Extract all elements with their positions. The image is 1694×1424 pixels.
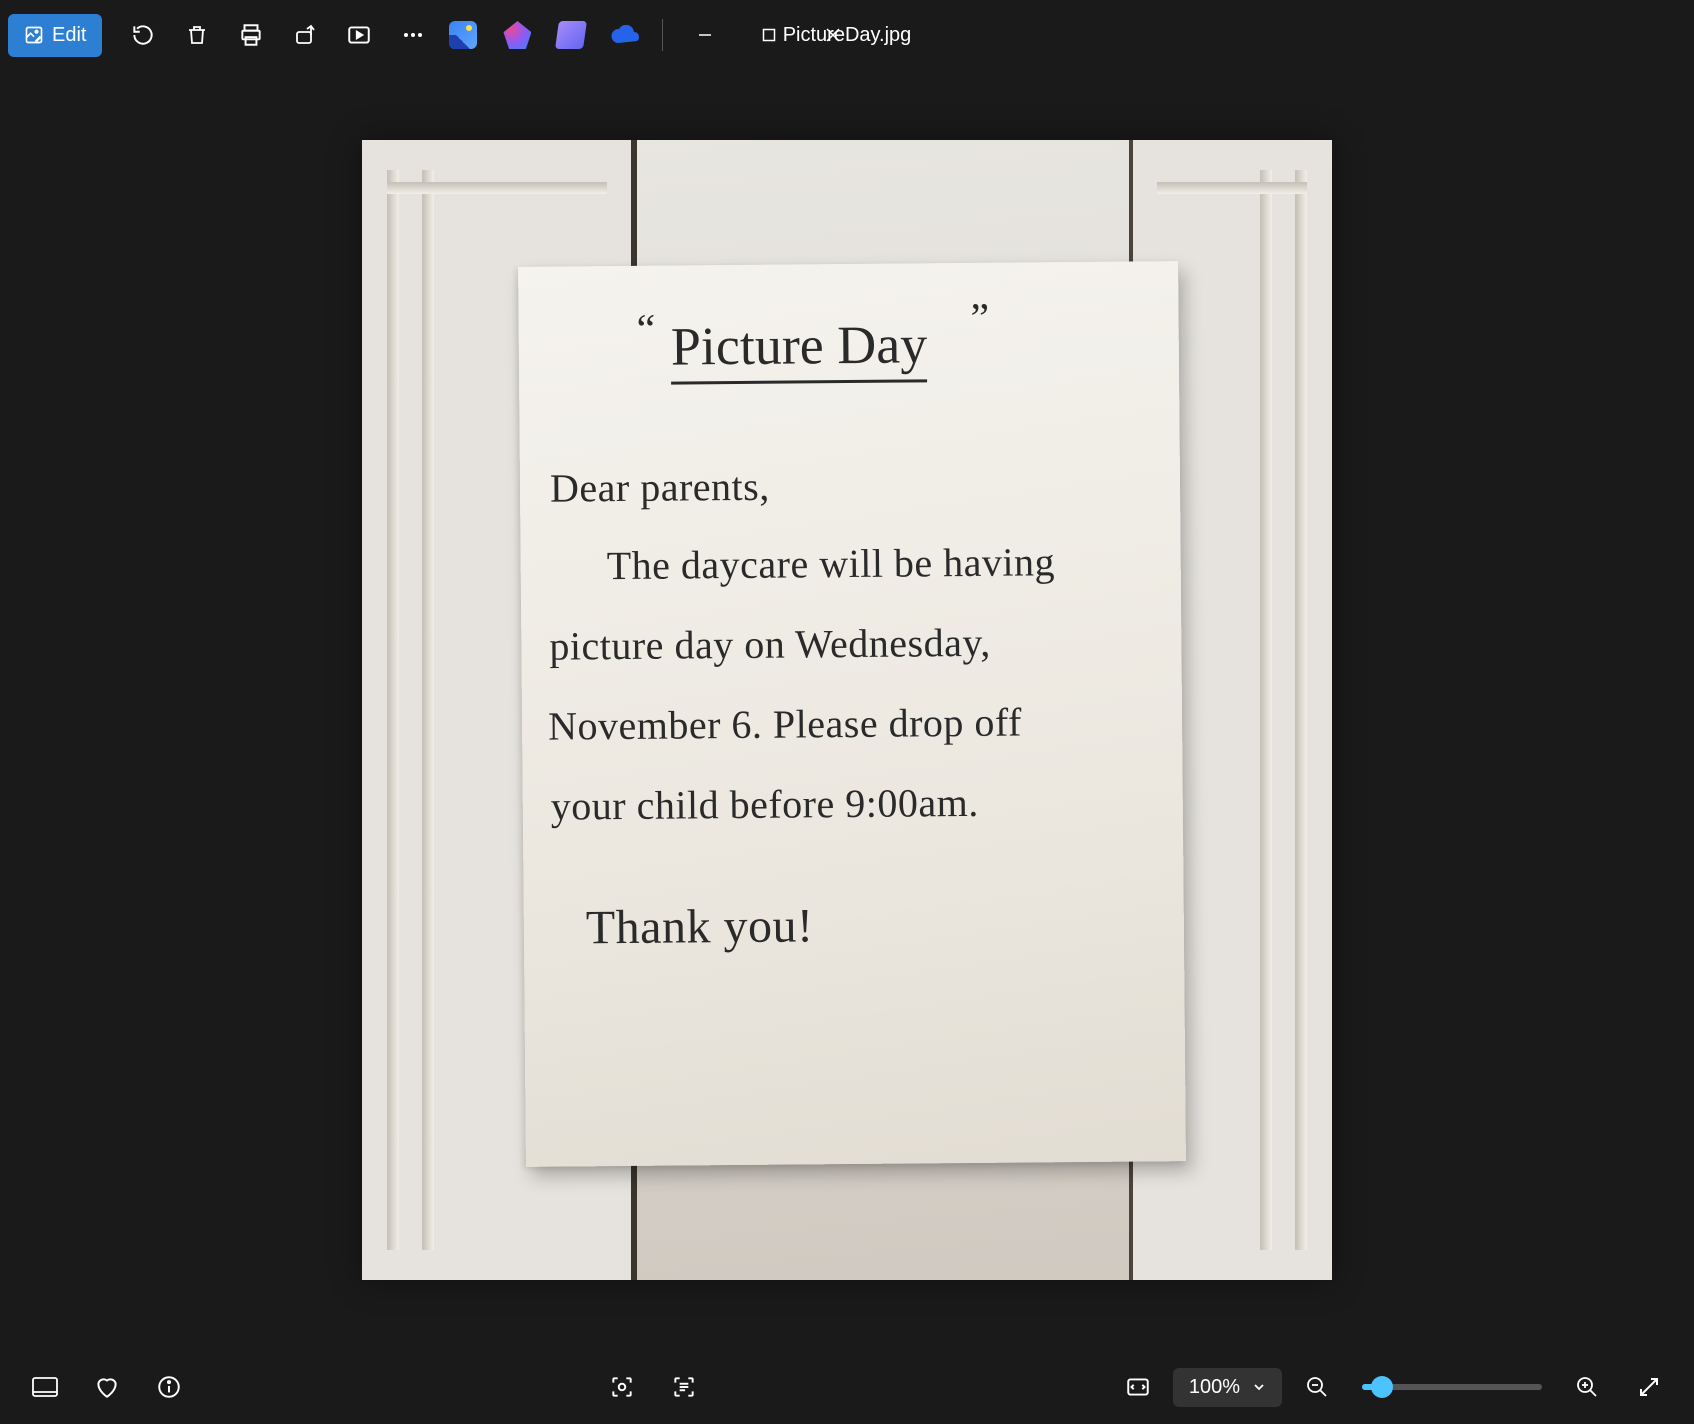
print-icon (238, 22, 264, 48)
edit-label: Edit (52, 24, 86, 47)
edit-icon (24, 25, 44, 45)
ellipsis-icon (401, 23, 425, 47)
separator (662, 19, 663, 51)
slideshow-icon (346, 22, 372, 48)
image-canvas[interactable]: “ Picture Day ” Dear parents, The daycar… (0, 70, 1694, 1350)
filmstrip-button[interactable] (18, 1360, 72, 1414)
note-title: Picture Day (671, 313, 928, 384)
maximize-icon (762, 28, 776, 42)
share-icon (293, 23, 317, 47)
photos-icon (449, 21, 477, 49)
note-line2: The daycare will be having (607, 540, 1056, 588)
window-title: PictureDay.jpg (783, 24, 912, 47)
zoom-label: 100% (1189, 1376, 1240, 1399)
title-bar: Edit PictureDay.jpg (0, 0, 1694, 70)
more-button[interactable] (388, 10, 438, 60)
slideshow-button[interactable] (334, 10, 384, 60)
zoom-out-icon (1305, 1375, 1329, 1399)
onedrive-icon-button[interactable] (600, 10, 650, 60)
minimize-button[interactable] (675, 10, 735, 60)
designer-icon-button[interactable] (492, 10, 542, 60)
fullscreen-icon (1637, 1375, 1661, 1399)
status-bar: 100% (0, 1350, 1694, 1424)
trash-icon (185, 23, 209, 47)
note-quote-right: ” (970, 295, 989, 343)
text-scan-icon (671, 1374, 697, 1400)
note-line4: November 6. Please drop off (548, 701, 1022, 749)
zoom-out-button[interactable] (1290, 1360, 1344, 1414)
info-icon (156, 1374, 182, 1400)
print-button[interactable] (226, 10, 276, 60)
designer-icon (503, 21, 531, 49)
minimize-icon (698, 28, 712, 42)
zoom-in-button[interactable] (1560, 1360, 1614, 1414)
rotate-button[interactable] (118, 10, 168, 60)
cloud-icon (610, 25, 640, 45)
scan-button[interactable] (595, 1360, 649, 1414)
photos-app-icon-button[interactable] (438, 10, 488, 60)
share-button[interactable] (280, 10, 330, 60)
ocr-button[interactable] (657, 1360, 711, 1414)
note-line6: Thank you! (586, 900, 814, 955)
zoom-slider-thumb[interactable] (1371, 1376, 1393, 1398)
clipchamp-icon (556, 21, 588, 49)
heart-icon (94, 1374, 120, 1400)
scan-icon (609, 1374, 635, 1400)
chevron-down-icon (1252, 1380, 1266, 1394)
zoom-level-dropdown[interactable]: 100% (1173, 1368, 1282, 1407)
zoom-in-icon (1575, 1375, 1599, 1399)
info-button[interactable] (142, 1360, 196, 1414)
fit-icon (1125, 1374, 1151, 1400)
note-line5: your child before 9:00am. (551, 781, 979, 829)
clipchamp-icon-button[interactable] (546, 10, 596, 60)
favorite-button[interactable] (80, 1360, 134, 1414)
delete-button[interactable] (172, 10, 222, 60)
rotate-icon (130, 22, 156, 48)
note-quote-left: “ (636, 306, 655, 354)
fullscreen-button[interactable] (1622, 1360, 1676, 1414)
zoom-slider[interactable] (1362, 1384, 1542, 1390)
fit-button[interactable] (1111, 1360, 1165, 1414)
photos-app-window: Edit PictureDay.jpg (0, 0, 1694, 1424)
note-line3: picture day on Wednesday, (549, 621, 991, 669)
filmstrip-icon (31, 1376, 59, 1398)
paper-note: “ Picture Day ” Dear parents, The daycar… (518, 261, 1186, 1167)
edit-button[interactable]: Edit (8, 14, 102, 57)
displayed-image: “ Picture Day ” Dear parents, The daycar… (362, 140, 1332, 1280)
note-line1: Dear parents, (550, 465, 770, 511)
